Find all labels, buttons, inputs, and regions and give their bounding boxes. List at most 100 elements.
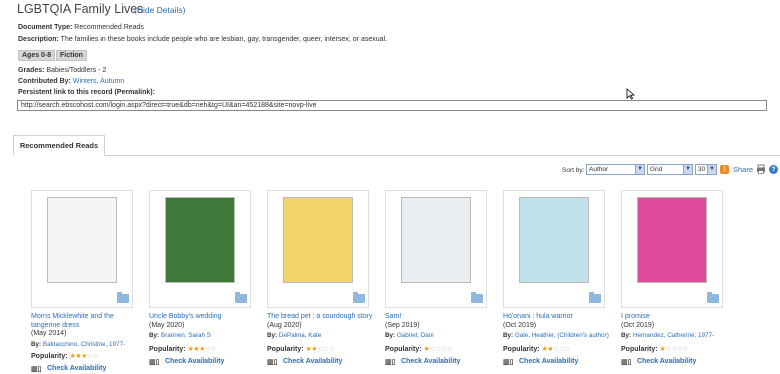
library-icon: ▥▯ <box>503 359 514 366</box>
popularity-label: Popularity: <box>385 346 424 353</box>
book-author-row: By: Brannen, Sarah S <box>149 332 259 341</box>
view-select-value: Grid <box>650 166 663 173</box>
book-title-link[interactable]: I promise <box>621 313 731 322</box>
sort-by-label: Sort by: <box>562 167 585 174</box>
book-cover-image[interactable] <box>519 197 589 283</box>
book-author-row: By: Hernandez, Catherine, 1977- <box>621 332 731 341</box>
book-author-row: By: Gale, Heather, (Children's author) <box>503 332 613 341</box>
book-author-link[interactable]: Gabriel, Dani <box>397 332 434 339</box>
book-author-link[interactable]: Baldacchino, Christine, 1977- <box>43 341 125 348</box>
check-availability-link[interactable]: ▥▯ Check Availability <box>385 358 460 366</box>
folder-icon[interactable] <box>471 292 483 303</box>
star-icon: ☆ <box>564 346 571 353</box>
book-cover-image[interactable] <box>47 197 117 283</box>
by-label: By: <box>31 340 43 348</box>
book-card[interactable] <box>267 190 369 308</box>
check-availability-link[interactable]: ▥▯ Check Availability <box>503 358 578 366</box>
book-date: (Aug 2020) <box>267 321 302 329</box>
book-date: (May 2020) <box>149 321 185 329</box>
sort-select[interactable]: Author ▼ <box>586 164 645 175</box>
folder-icon[interactable] <box>353 292 365 303</box>
library-icon: ▥▯ <box>31 366 42 373</box>
star-icon: ☆ <box>446 346 453 353</box>
book-title-link[interactable]: Sam! <box>385 313 495 322</box>
by-label: By: <box>385 332 397 339</box>
contributor-link[interactable]: Winters, Autumn <box>73 78 124 85</box>
star-icon: ☆ <box>92 353 99 360</box>
help-icon[interactable]: ? <box>769 165 778 174</box>
check-availability-label: Check Availability <box>47 365 107 372</box>
popularity-rating: Popularity: ★☆☆☆☆ <box>385 345 453 353</box>
folder-icon[interactable] <box>117 292 129 303</box>
description-label: Description: <box>18 36 59 43</box>
book-info: Morris Micklewhite and the tangerine dre… <box>31 313 141 349</box>
book-cover-image[interactable] <box>283 197 353 283</box>
hide-details-link[interactable]: (Hide Details) <box>134 5 186 15</box>
tab-recommended-reads[interactable]: Recommended Reads <box>13 135 105 156</box>
share-link[interactable]: Share <box>733 165 753 174</box>
popularity-rating: Popularity: ★★★☆☆ <box>31 352 99 360</box>
folder-icon[interactable] <box>589 292 601 303</box>
per-page-select[interactable]: 30 ▼ <box>695 164 717 175</box>
check-availability-link[interactable]: ▥▯ Check Availability <box>149 358 224 366</box>
sort-select-value: Author <box>589 166 609 173</box>
book-author-link[interactable]: Gale, Heather, (Children's author) <box>515 332 609 339</box>
contributed-label: Contributed By: <box>18 78 71 85</box>
star-icon: ☆ <box>682 346 689 353</box>
chevron-down-icon: ▼ <box>635 165 644 174</box>
page-title: LGBTQIA Family Lives <box>17 2 144 16</box>
book-info: Ho'onani : hula warrior (Oct 2019) By: Gal… <box>503 313 613 341</box>
by-label: By: <box>621 332 633 339</box>
print-icon[interactable] <box>756 164 766 174</box>
view-select[interactable]: Grid ▼ <box>647 164 693 175</box>
book-title-link[interactable]: Morris Micklewhite and the tangerine dre… <box>31 313 141 330</box>
popularity-label: Popularity: <box>503 346 542 353</box>
book-author-row: By: DePalma, Kate <box>267 332 377 341</box>
star-icon: ☆ <box>210 346 217 353</box>
contributed-row: Contributed By: Winters, Autumn <box>18 78 124 85</box>
mouse-cursor-icon <box>626 88 636 100</box>
book-author-link[interactable]: Brannen, Sarah S <box>161 332 211 339</box>
book-card[interactable] <box>31 190 133 308</box>
check-availability-link[interactable]: ▥▯ Check Availability <box>31 365 106 373</box>
grades-row: Grades: Babies/Toddlers - 2 <box>18 67 106 74</box>
book-title-link[interactable]: Uncle Bobby's wedding <box>149 313 259 322</box>
book-title-link[interactable]: Ho'onani : hula warrior <box>503 313 613 322</box>
permalink-label: Persistent link to this record (Permalin… <box>18 89 155 96</box>
check-availability-label: Check Availability <box>165 358 225 365</box>
chevron-down-icon: ▼ <box>707 165 716 174</box>
per-page-value: 30 <box>698 166 706 173</box>
chip-ages[interactable]: Ages 0-8 <box>18 50 56 61</box>
folder-icon[interactable] <box>707 292 719 303</box>
check-availability-label: Check Availability <box>283 358 343 365</box>
book-info: Uncle Bobby's wedding (May 2020) By: Brann… <box>149 313 259 341</box>
book-author-link[interactable]: DePalma, Kate <box>279 332 321 339</box>
star-rating: ★★★☆☆ <box>70 353 99 360</box>
check-availability-label: Check Availability <box>637 358 697 365</box>
check-availability-link[interactable]: ▥▯ Check Availability <box>267 358 342 366</box>
book-info: Sam! (Sep 2019) By: Gabriel, Dani <box>385 313 495 341</box>
popularity-label: Popularity: <box>31 353 70 360</box>
book-card[interactable] <box>385 190 487 308</box>
book-card[interactable] <box>149 190 251 308</box>
book-cover-image[interactable] <box>401 197 471 283</box>
grades-value: Babies/Toddlers - 2 <box>46 67 107 74</box>
permalink-field[interactable]: http://search.ebscohost.com/login.aspx?d… <box>17 100 767 111</box>
library-icon: ▥▯ <box>385 359 396 366</box>
book-title-link[interactable]: The bread pet : a sourdough story <box>267 313 377 322</box>
book-author-link[interactable]: Hernandez, Catherine, 1977- <box>633 332 714 339</box>
library-icon: ▥▯ <box>149 359 160 366</box>
folder-icon[interactable] <box>235 292 247 303</box>
book-card[interactable] <box>621 190 723 308</box>
library-icon: ▥▯ <box>267 359 278 366</box>
star-rating: ★★☆☆☆ <box>306 346 335 353</box>
description-row: Description: The families in these books… <box>18 36 387 43</box>
book-cover-image[interactable] <box>165 197 235 283</box>
popularity-label: Popularity: <box>149 346 188 353</box>
rss-icon[interactable]: ) <box>720 165 729 174</box>
check-availability-link[interactable]: ▥▯ Check Availability <box>621 358 696 366</box>
chip-fiction[interactable]: Fiction <box>56 50 87 61</box>
book-cover-image[interactable] <box>637 197 707 283</box>
book-card[interactable] <box>503 190 605 308</box>
check-availability-label: Check Availability <box>401 358 461 365</box>
